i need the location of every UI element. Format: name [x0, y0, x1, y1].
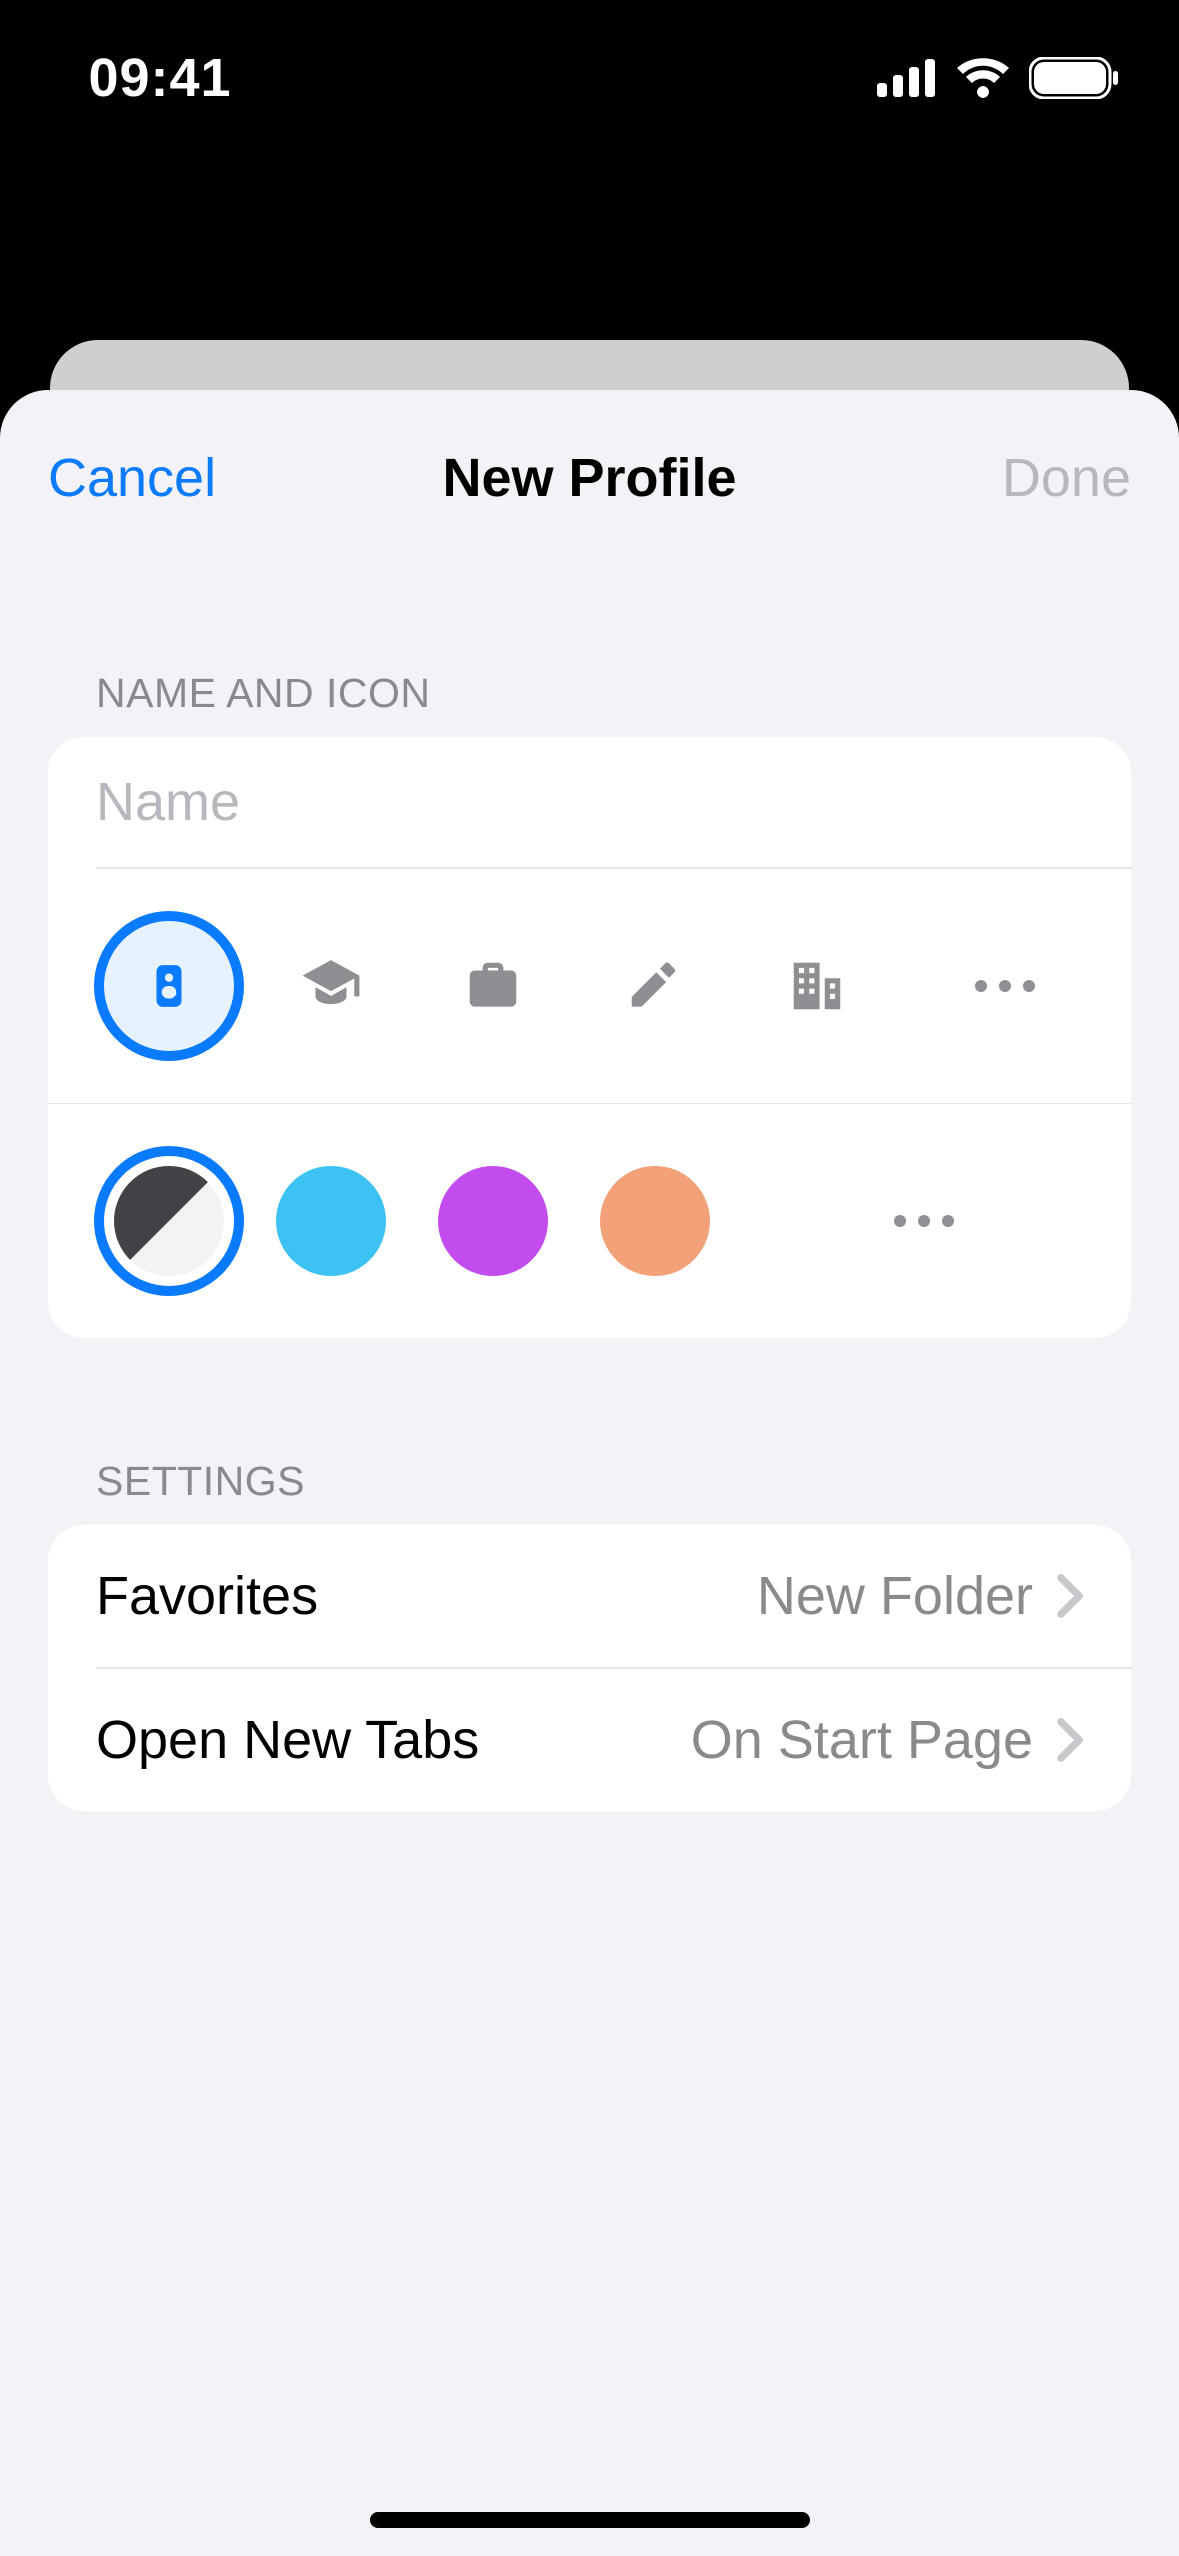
building-icon	[786, 955, 848, 1017]
color-option-purple[interactable]	[412, 1166, 574, 1276]
hammer-icon	[624, 955, 686, 1017]
briefcase-icon	[462, 955, 524, 1017]
purple-swatch	[438, 1166, 548, 1276]
orange-swatch	[600, 1166, 710, 1276]
done-button[interactable]: Done	[911, 447, 1131, 509]
chevron-right-icon	[1057, 1718, 1083, 1762]
default-color-swatch	[114, 1166, 224, 1276]
home-indicator[interactable]	[370, 2512, 810, 2528]
cellular-icon	[877, 59, 937, 97]
profile-name-input[interactable]	[96, 771, 1083, 833]
section-header-name-icon: NAME AND ICON	[96, 670, 1131, 717]
ellipsis-icon	[894, 1215, 954, 1227]
color-more-button[interactable]	[736, 1215, 1111, 1227]
icon-option-graduation[interactable]	[250, 911, 412, 1061]
section-header-settings: SETTINGS	[96, 1458, 1131, 1505]
chevron-right-icon	[1057, 1574, 1083, 1618]
open-new-tabs-row[interactable]: Open New Tabs On Start Page	[48, 1669, 1131, 1811]
blue-swatch	[276, 1166, 386, 1276]
icon-option-building[interactable]	[736, 911, 898, 1061]
settings-card: Favorites New Folder Open New Tabs On St…	[48, 1525, 1131, 1811]
icon-picker-row	[48, 869, 1131, 1103]
cancel-button[interactable]: Cancel	[48, 447, 268, 509]
open-new-tabs-label: Open New Tabs	[96, 1709, 691, 1771]
graduation-cap-icon	[300, 955, 362, 1017]
favorites-value: New Folder	[757, 1565, 1033, 1627]
name-row	[48, 737, 1131, 867]
ellipsis-icon	[975, 980, 1035, 992]
open-new-tabs-value: On Start Page	[691, 1709, 1033, 1771]
color-option-orange[interactable]	[574, 1166, 736, 1276]
color-option-default[interactable]	[88, 1146, 250, 1296]
color-option-blue[interactable]	[250, 1166, 412, 1276]
favorites-row[interactable]: Favorites New Folder	[48, 1525, 1131, 1667]
wifi-icon	[955, 58, 1011, 98]
icon-option-hammer[interactable]	[574, 911, 736, 1061]
status-time: 09:41	[0, 47, 320, 109]
icon-more-button[interactable]	[898, 980, 1111, 992]
badge-icon	[144, 961, 194, 1011]
icon-option-briefcase[interactable]	[412, 911, 574, 1061]
status-bar: 09:41	[0, 0, 1179, 155]
name-icon-card	[48, 737, 1131, 1338]
battery-icon	[1029, 57, 1119, 99]
new-profile-sheet: Cancel New Profile Done NAME AND ICON	[0, 390, 1179, 2556]
nav-bar: Cancel New Profile Done	[0, 390, 1179, 565]
color-picker-row	[48, 1104, 1131, 1338]
status-icons	[877, 57, 1119, 99]
favorites-label: Favorites	[96, 1565, 757, 1627]
icon-option-badge[interactable]	[88, 911, 250, 1061]
page-title: New Profile	[268, 447, 911, 509]
